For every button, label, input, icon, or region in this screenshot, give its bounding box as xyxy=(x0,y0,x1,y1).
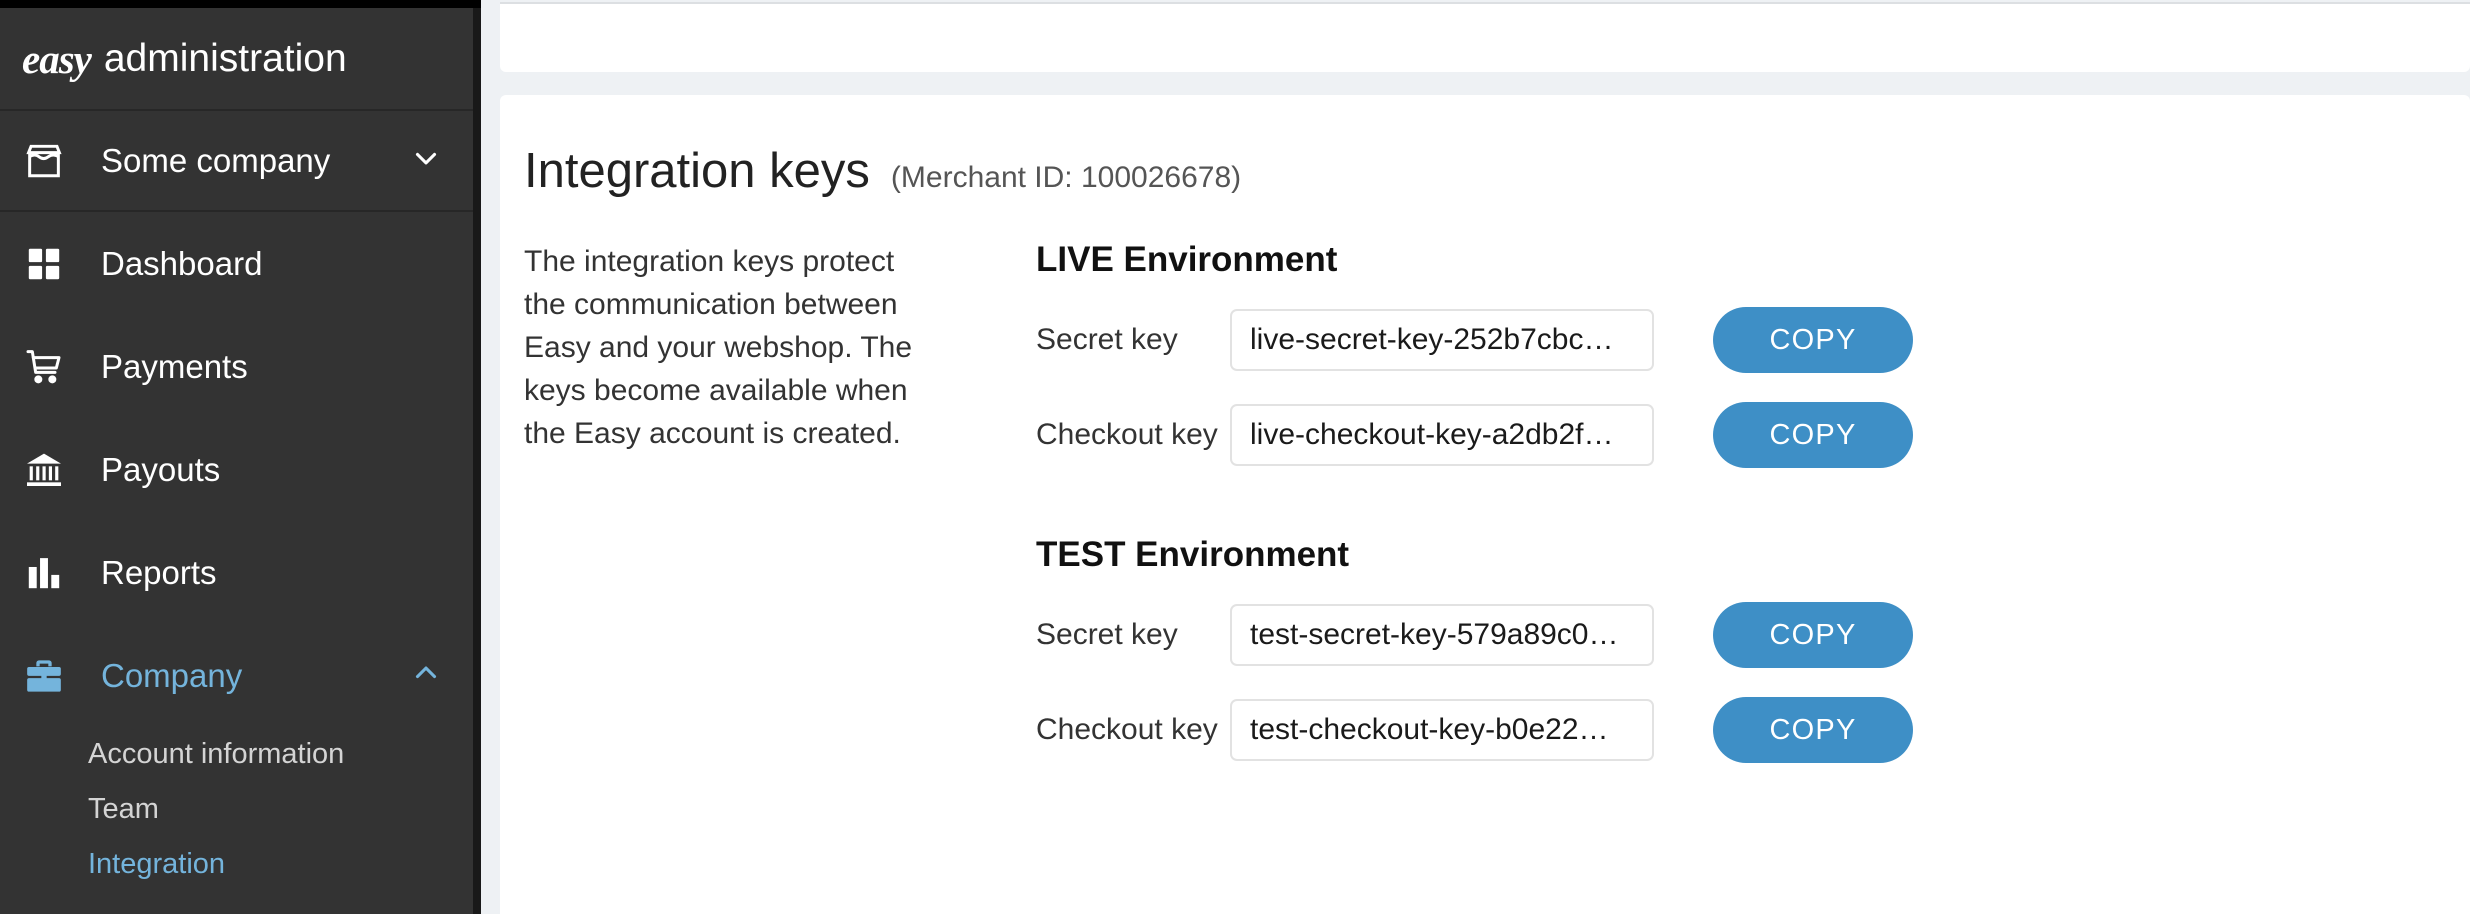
bank-icon xyxy=(22,448,66,492)
shopping-cart-icon xyxy=(22,345,66,389)
keys-column: LIVE Environment Secret key live-secret-… xyxy=(934,240,2444,787)
easy-logo: easy xyxy=(22,35,92,82)
live-secret-key-input[interactable]: live-secret-key-252b7cbc… xyxy=(1230,309,1654,371)
integration-keys-description: The integration keys protect the communi… xyxy=(524,245,913,450)
live-checkout-key-row: Checkout key live-checkout-key-a2db2f… C… xyxy=(1036,397,2444,473)
sidebar-subitem-team[interactable]: Team xyxy=(0,782,473,837)
sidebar-item-reports[interactable]: Reports xyxy=(0,521,473,624)
sidebar-nav: Dashboard Payments Payouts Reports Compa… xyxy=(0,212,473,902)
sidebar-item-label: Company xyxy=(101,656,243,694)
copy-live-secret-key-button[interactable]: COPY xyxy=(1713,307,1913,373)
page-title: Integration keys xyxy=(524,144,870,198)
copy-test-secret-key-button[interactable]: COPY xyxy=(1713,602,1913,668)
live-checkout-key-label: Checkout key xyxy=(1036,418,1218,451)
live-secret-key-row: Secret key live-secret-key-252b7cbc… COP… xyxy=(1036,302,2444,378)
top-black-strip xyxy=(0,0,481,8)
copy-test-checkout-key-button[interactable]: COPY xyxy=(1713,697,1913,763)
sidebar-subitem-account-information[interactable]: Account information xyxy=(0,727,473,782)
bar-chart-icon xyxy=(22,551,66,595)
live-secret-key-label: Secret key xyxy=(1036,323,1178,356)
store-icon xyxy=(22,139,66,183)
sidebar-item-label: Payments xyxy=(101,347,248,385)
test-environment-heading: TEST Environment xyxy=(1036,535,1350,574)
brand-header: easy administration xyxy=(0,8,473,111)
company-subnav: Account information Team Integration xyxy=(0,727,473,902)
company-switcher[interactable]: Some company xyxy=(0,111,473,212)
integration-keys-card: Integration keys (Merchant ID: 100026678… xyxy=(500,95,2470,914)
sidebar-item-dashboard[interactable]: Dashboard xyxy=(0,212,473,315)
description-column: The integration keys protect the communi… xyxy=(524,240,934,787)
merchant-id-label: (Merchant ID: 100026678) xyxy=(890,161,1242,194)
app-name-label: administration xyxy=(103,36,347,80)
test-secret-key-label: Secret key xyxy=(1036,618,1178,651)
page-title-row: Integration keys (Merchant ID: 100026678… xyxy=(524,143,1241,199)
sidebar-scrollbar-track[interactable] xyxy=(473,8,954,914)
company-switcher-label: Some company xyxy=(101,141,331,179)
main-content: Integration keys (Merchant ID: 100026678… xyxy=(481,0,2470,914)
sidebar-item-company[interactable]: Company xyxy=(0,624,473,727)
sidebar-item-payments[interactable]: Payments xyxy=(0,315,473,418)
sidebar: easy administration Some company Dashboa… xyxy=(0,8,473,914)
briefcase-icon xyxy=(22,654,66,698)
top-bar-card xyxy=(500,2,2470,72)
test-secret-key-input[interactable]: test-secret-key-579a89c0… xyxy=(1230,604,1654,666)
test-checkout-key-row: Checkout key test-checkout-key-b0e22… CO… xyxy=(1036,692,2444,768)
keys-body: The integration keys protect the communi… xyxy=(524,240,2444,787)
test-checkout-key-label: Checkout key xyxy=(1036,713,1218,746)
live-environment-heading: LIVE Environment xyxy=(1036,240,1338,279)
sidebar-subitem-integration[interactable]: Integration xyxy=(0,837,473,892)
test-checkout-key-input[interactable]: test-checkout-key-b0e22… xyxy=(1230,699,1654,761)
sidebar-item-label: Reports xyxy=(101,553,217,591)
dashboard-grid-icon xyxy=(22,242,66,286)
live-checkout-key-input[interactable]: live-checkout-key-a2db2f… xyxy=(1230,404,1654,466)
chevron-down-icon[interactable] xyxy=(409,141,443,180)
test-secret-key-row: Secret key test-secret-key-579a89c0… COP… xyxy=(1036,597,2444,673)
sidebar-item-label: Payouts xyxy=(101,450,221,488)
chevron-up-icon[interactable] xyxy=(409,656,443,695)
sidebar-item-label: Dashboard xyxy=(101,244,263,282)
copy-live-checkout-key-button[interactable]: COPY xyxy=(1713,402,1913,468)
app-root: easy administration Some company Dashboa… xyxy=(0,0,2470,914)
sidebar-item-payouts[interactable]: Payouts xyxy=(0,418,473,521)
